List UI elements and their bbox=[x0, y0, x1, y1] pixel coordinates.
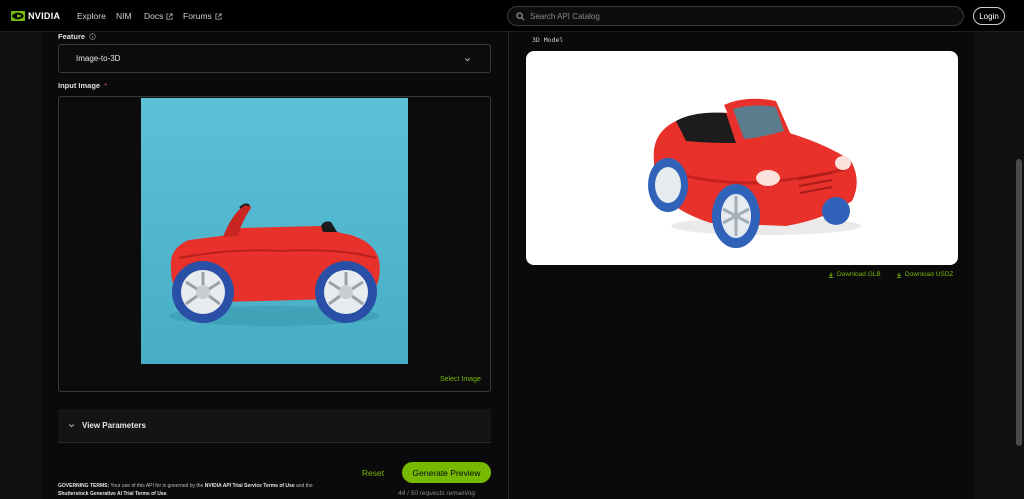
download-icon bbox=[896, 272, 902, 278]
feature-select-value: Image-to-3D bbox=[76, 54, 121, 63]
brand-name: NVIDIA bbox=[28, 11, 61, 21]
3d-model-render[interactable] bbox=[526, 51, 958, 265]
top-nav: NVIDIA Explore NIM Docs Forums Login bbox=[0, 0, 1024, 32]
requests-remaining: 44 / 50 requests remaining bbox=[398, 490, 475, 497]
panel-divider bbox=[508, 32, 509, 499]
search-icon bbox=[516, 11, 525, 20]
nav-forums[interactable]: Forums bbox=[183, 11, 222, 21]
model-label: 3D Model bbox=[532, 36, 564, 44]
left-gutter bbox=[0, 32, 41, 499]
download-glb-link[interactable]: Download GLB bbox=[828, 271, 881, 278]
download-usdz-label: Download USDZ bbox=[905, 271, 954, 278]
nav-explore[interactable]: Explore bbox=[77, 11, 106, 21]
feature-select[interactable]: Image-to-3D bbox=[58, 44, 491, 73]
nav-docs-label: Docs bbox=[144, 11, 164, 21]
view-parameters-toggle[interactable]: View Parameters bbox=[58, 409, 491, 443]
search-input[interactable] bbox=[530, 11, 950, 21]
nvidia-terms-link[interactable]: NVIDIA API Trial Service Terms of Use bbox=[205, 483, 295, 489]
external-link-icon bbox=[215, 12, 222, 20]
info-icon[interactable] bbox=[89, 33, 96, 40]
input-image-preview[interactable] bbox=[141, 98, 408, 364]
input-image-label: Input Image * bbox=[58, 81, 107, 90]
nvidia-eye-icon bbox=[11, 11, 25, 21]
login-button[interactable]: Login bbox=[973, 7, 1005, 25]
nav-forums-label: Forums bbox=[183, 11, 212, 21]
terms-text-3: . bbox=[166, 491, 168, 497]
input-image-label-text: Input Image bbox=[58, 81, 101, 90]
external-link-icon bbox=[166, 12, 173, 20]
generate-preview-button[interactable]: Generate Preview bbox=[402, 462, 491, 483]
view-parameters-label: View Parameters bbox=[82, 421, 146, 430]
download-icon bbox=[828, 272, 834, 278]
nav-nim[interactable]: NIM bbox=[116, 11, 132, 21]
shutterstock-terms-link[interactable]: Shutterstock Generative AI Trial Terms o… bbox=[58, 491, 166, 497]
terms-prefix: GOVERNING TERMS: bbox=[58, 483, 110, 489]
chevron-down-icon bbox=[465, 58, 470, 62]
reset-button[interactable]: Reset bbox=[358, 466, 388, 480]
nvidia-logo[interactable]: NVIDIA bbox=[11, 10, 60, 22]
terms-text-2: and the bbox=[294, 483, 313, 489]
page-scrollbar[interactable] bbox=[1016, 159, 1022, 446]
governing-terms: GOVERNING TERMS: Your use of this API fo… bbox=[58, 482, 358, 498]
search-bar[interactable] bbox=[507, 6, 964, 26]
feature-label: Feature bbox=[58, 32, 96, 41]
nav-docs[interactable]: Docs bbox=[144, 11, 173, 21]
feature-label-text: Feature bbox=[58, 32, 86, 41]
download-glb-label: Download GLB bbox=[837, 271, 881, 278]
required-marker: * bbox=[104, 81, 108, 90]
select-image-link[interactable]: Select Image bbox=[440, 376, 481, 383]
terms-text-1: Your use of this API for is governed by … bbox=[109, 483, 205, 489]
chevron-down-icon bbox=[69, 424, 74, 428]
3d-model-viewer[interactable] bbox=[526, 51, 958, 265]
download-usdz-link[interactable]: Download USDZ bbox=[896, 271, 953, 278]
